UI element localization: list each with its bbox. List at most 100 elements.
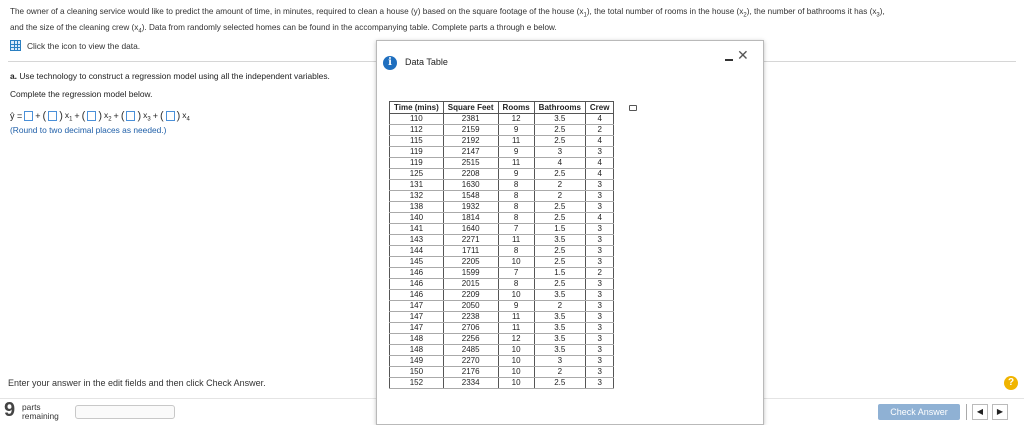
question-intro: ), the total number of rooms in the hous… [586,7,744,16]
table-cell: 8 [497,201,535,213]
table-cell: 3 [584,190,615,202]
table-cell: 2.5 [533,168,586,180]
table-cell: 2.5 [533,124,586,136]
table-cell: 3.5 [533,322,586,334]
table-cell: 2 [533,190,586,202]
table-row: 110 2381 12 3.5 4 [389,113,615,125]
column-header: Time (mins) [389,101,444,114]
column-header: Square Feet [442,101,499,114]
plus-sign: + [113,111,119,122]
part-a-label: a. [10,71,17,81]
table-cell: 3 [533,146,586,158]
table-cell: 3 [533,355,586,367]
table-cell: 7 [497,223,535,235]
table-cell: 2208 [442,168,499,180]
plus-sign: + [74,111,80,122]
table-row: 131 1630 8 2 3 [389,179,615,191]
minimize-button[interactable] [725,59,733,61]
table-row: 149 2270 10 3 3 [389,355,615,367]
answer-instruction: Enter your answer in the edit fields and… [8,378,266,388]
table-cell: 1.5 [533,223,586,235]
table-cell: 140 [389,212,444,224]
open-paren: ( [42,110,47,123]
table-cell: 2.5 [533,212,586,224]
table-cell: 2015 [442,278,499,290]
table-cell: 2192 [442,135,499,147]
table-row: 125 2208 9 2.5 4 [389,168,615,180]
table-cell: 1932 [442,201,499,213]
check-answer-button[interactable]: Check Answer [878,404,960,420]
table-cell: 9 [497,300,535,312]
next-button[interactable]: ▶ [992,404,1008,420]
table-row: 148 2485 10 3.5 3 [389,344,615,356]
part-a-prompt: a. Use technology to construct a regress… [10,71,330,81]
table-cell: 2 [533,300,586,312]
coef-x2-input[interactable] [87,111,97,122]
parts-remaining-label: parts remaining [22,403,59,421]
coef-x4-input[interactable] [165,111,175,122]
copy-table-icon[interactable] [629,105,637,111]
table-cell: 146 [389,278,444,290]
intercept-input[interactable] [24,111,34,122]
table-cell: 3 [584,366,615,378]
table-cell: 145 [389,256,444,268]
close-paren: ) [98,110,103,123]
table-cell: 2050 [442,300,499,312]
table-cell: 2 [584,124,615,136]
close-paren: ) [137,110,142,123]
table-row: 141 1640 7 1.5 3 [389,223,615,235]
column-header: Rooms [497,101,535,114]
table-cell: 2209 [442,289,499,301]
question-intro: ), the number of bathrooms it has (x [746,7,877,16]
subscript: 2 [108,116,112,123]
table-cell: 152 [389,377,444,389]
table-cell: 2381 [442,113,499,125]
x4-term: x4 [182,110,190,123]
previous-button[interactable]: ◀ [972,404,988,420]
table-cell: 144 [389,245,444,257]
table-cell: 3.5 [533,289,586,301]
table-cell: 2.5 [533,201,586,213]
table-cell: 10 [497,256,535,268]
table-cell: 3 [584,278,615,290]
table-row: 147 2050 9 2 3 [389,300,615,312]
table-cell: 147 [389,322,444,334]
table-cell: 2.5 [533,377,586,389]
table-cell: 119 [389,146,444,158]
coef-x1-input[interactable] [48,111,58,122]
table-row: 119 2515 11 4 4 [389,157,615,169]
view-data-link[interactable]: Click the icon to view the data. [10,40,140,51]
table-row: 112 2159 9 2.5 2 [389,124,615,136]
table-cell: 148 [389,344,444,356]
table-cell: 3.5 [533,311,586,323]
table-cell: 141 [389,223,444,235]
coef-x3-input[interactable] [126,111,136,122]
table-cell: 3 [584,234,615,246]
table-cell: 2485 [442,344,499,356]
help-icon[interactable]: ? [1004,376,1018,390]
table-row: 119 2147 9 3 3 [389,146,615,158]
table-cell: 8 [497,245,535,257]
table-cell: 3 [584,256,615,268]
table-cell: 3.5 [533,113,586,125]
x1-term: x1 [65,110,73,123]
table-cell: 2.5 [533,135,586,147]
table-cell: 3 [584,300,615,312]
table-cell: 148 [389,333,444,345]
table-cell: 3 [584,322,615,334]
table-cell: 2176 [442,366,499,378]
table-cell: 3 [584,179,615,191]
table-cell: 3 [584,223,615,235]
table-row: 143 2271 11 3.5 3 [389,234,615,246]
view-data-label: Click the icon to view the data. [27,40,141,51]
close-button[interactable]: ✕ [737,47,749,64]
table-cell: 146 [389,267,444,279]
table-cell: 146 [389,289,444,301]
table-cell: 3 [584,146,615,158]
table-row: 152 2334 10 2.5 3 [389,377,615,389]
table-cell: 10 [497,289,535,301]
table-cell: 7 [497,267,535,279]
data-table-icon[interactable] [10,40,21,51]
table-cell: 11 [497,322,535,334]
table-cell: 138 [389,201,444,213]
